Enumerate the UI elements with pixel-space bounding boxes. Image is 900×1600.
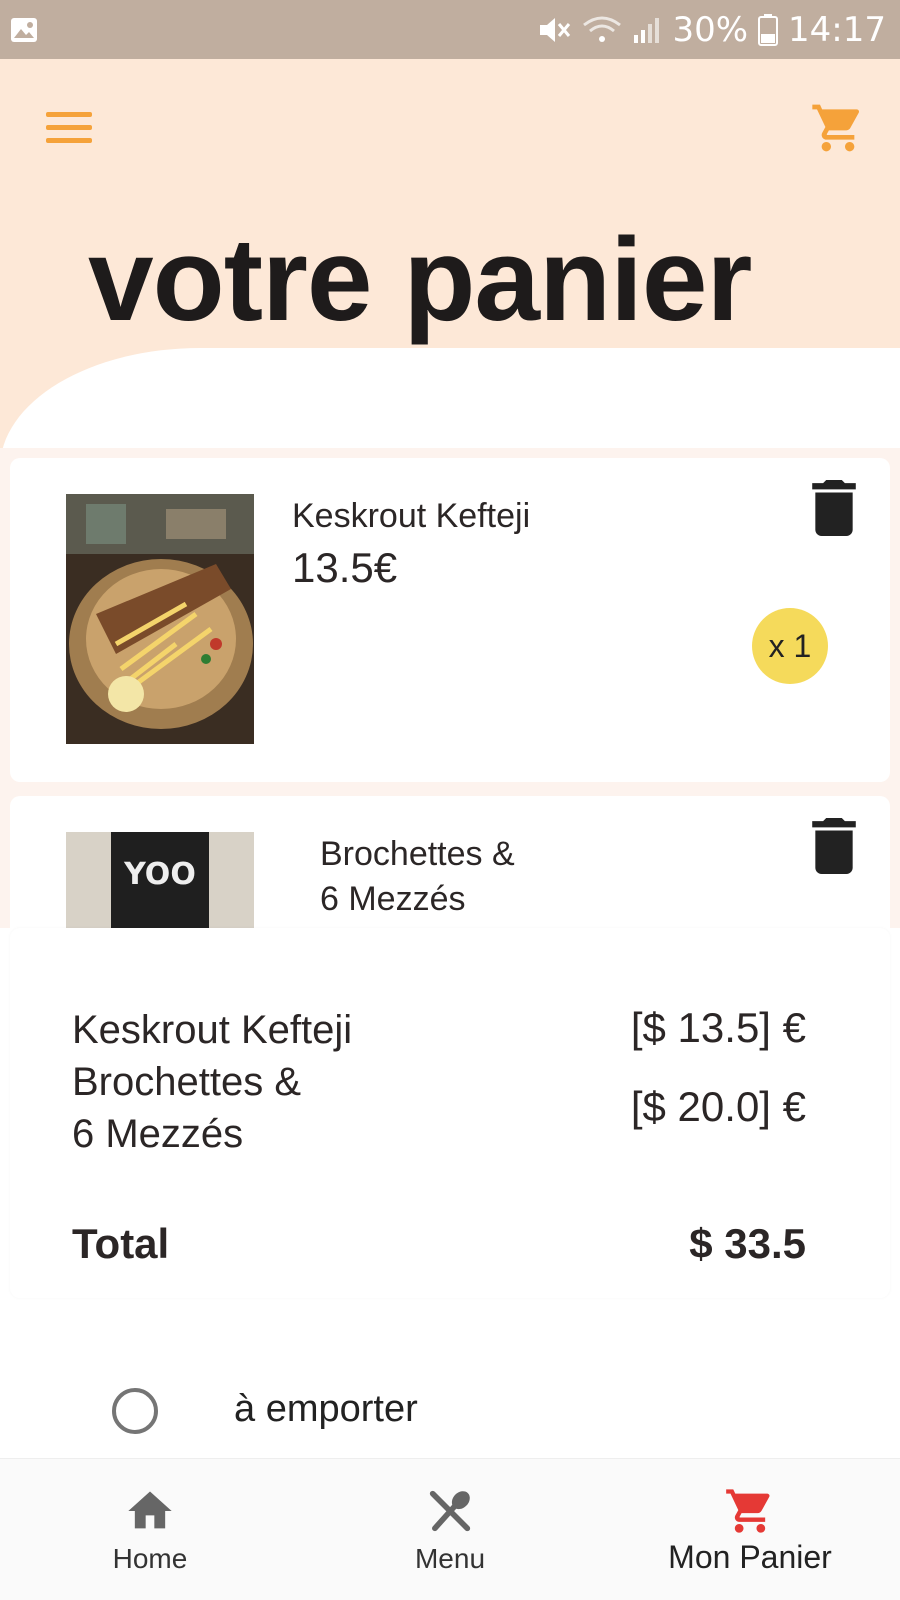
summary-price: [$ 20.0] € bbox=[630, 1083, 806, 1130]
order-summary: Keskrout Kefteji Brochettes & 6 Mezzés [… bbox=[10, 928, 890, 1298]
page-title: votre panier bbox=[88, 214, 752, 346]
battery-percent: 30% bbox=[672, 10, 749, 50]
summary-price: [$ 13.5] € bbox=[630, 1004, 806, 1051]
trash-icon[interactable] bbox=[812, 480, 856, 536]
cart-icon bbox=[726, 1489, 770, 1533]
takeaway-radio[interactable] bbox=[112, 1388, 158, 1434]
mute-icon bbox=[540, 18, 571, 42]
nav-home-label: Home bbox=[112, 1543, 188, 1574]
bottom-nav: Home Menu Mon Panier bbox=[0, 1458, 900, 1600]
summary-item-names: Keskrout Kefteji Brochettes & 6 Mezzés bbox=[72, 1008, 353, 1156]
cart-list[interactable]: Keskrout Kefteji 13.5€ x 1 YOO Brochette… bbox=[0, 448, 900, 928]
cart-icon[interactable] bbox=[810, 100, 866, 156]
quantity-badge[interactable]: x 1 bbox=[752, 608, 828, 684]
item-name: Brochettes & 6 Mezzés bbox=[320, 835, 515, 918]
item-image[interactable]: YOO bbox=[66, 832, 254, 928]
nav-home[interactable]: Home bbox=[88, 1459, 212, 1600]
item-name: Keskrout Kefteji bbox=[292, 497, 531, 535]
cart-item: Keskrout Kefteji 13.5€ x 1 bbox=[10, 458, 890, 782]
total-value: $ 33.5 bbox=[689, 1220, 806, 1267]
signal-icon bbox=[634, 18, 660, 43]
menu-icon[interactable] bbox=[46, 112, 92, 144]
nav-menu-label: Menu bbox=[414, 1543, 486, 1574]
utensils-icon bbox=[429, 1490, 471, 1532]
gallery-icon bbox=[11, 18, 37, 42]
status-bar: 30% 14:17 bbox=[0, 0, 900, 59]
home-icon bbox=[128, 1491, 172, 1529]
clock: 14:17 bbox=[788, 10, 886, 50]
trash-icon[interactable] bbox=[812, 818, 856, 874]
nav-cart-label: Mon Panier bbox=[668, 1539, 832, 1575]
takeaway-label[interactable]: à emporter bbox=[234, 1388, 418, 1431]
total-label: Total bbox=[72, 1220, 170, 1267]
nav-menu[interactable]: Menu bbox=[390, 1459, 510, 1600]
item-price: 13.5€ bbox=[292, 544, 398, 591]
item-image[interactable] bbox=[66, 494, 254, 744]
svg-text:YOO: YOO bbox=[123, 857, 196, 892]
wifi-icon bbox=[583, 16, 622, 42]
order-type-option: à emporter bbox=[10, 1320, 890, 1460]
battery-icon bbox=[758, 14, 779, 46]
nav-cart[interactable]: Mon Panier bbox=[650, 1459, 850, 1600]
cart-item: YOO Brochettes & 6 Mezzés bbox=[10, 796, 890, 928]
